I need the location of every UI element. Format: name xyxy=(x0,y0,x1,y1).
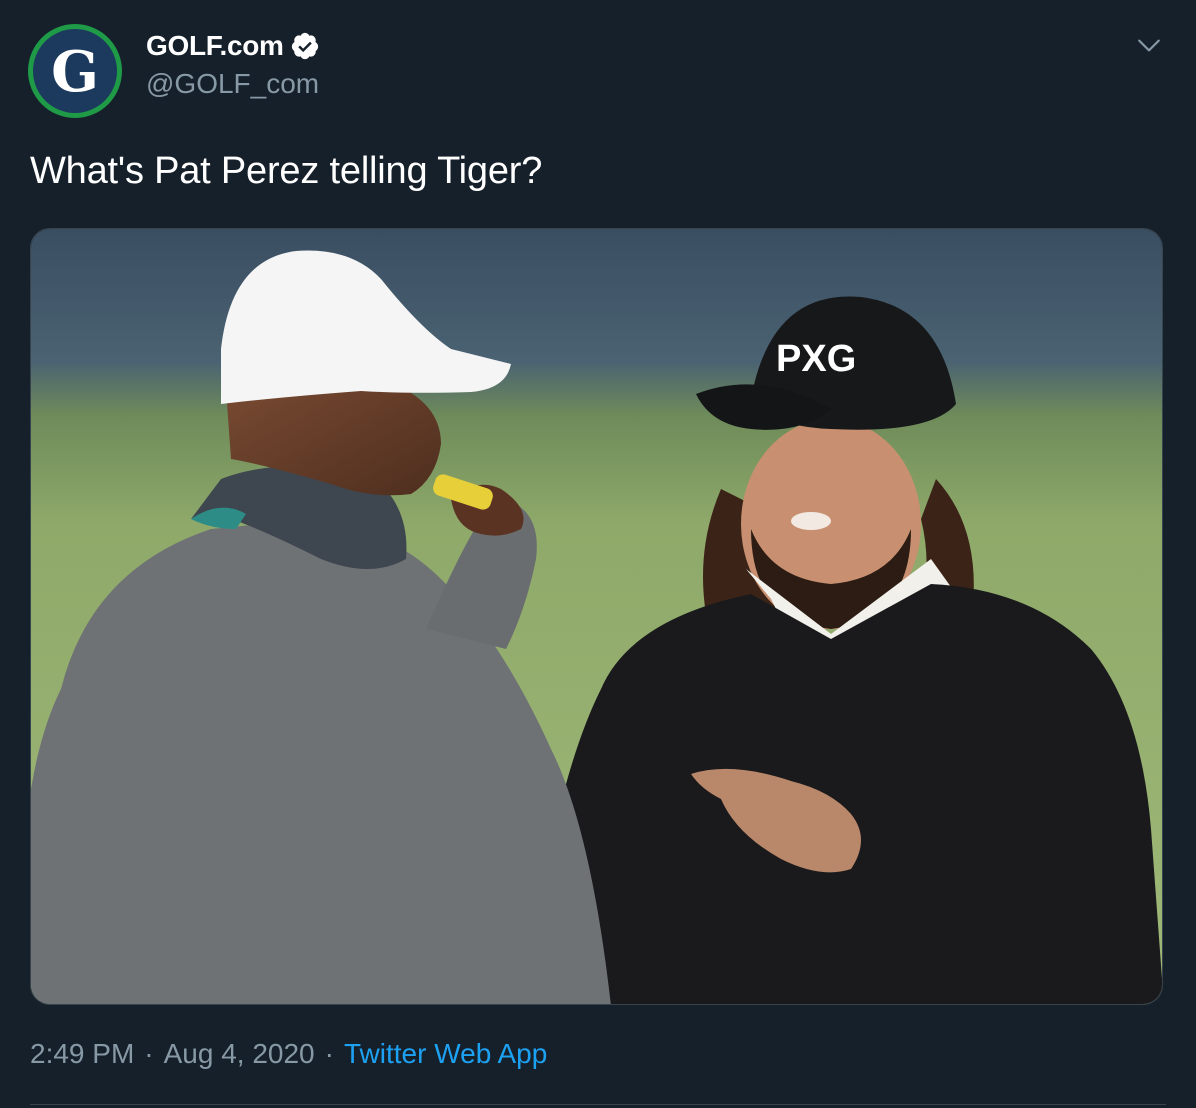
hat-logo-text: PXG xyxy=(776,338,856,380)
verified-badge-icon xyxy=(291,32,318,60)
tweet-card: G GOLF.com @GOLF_com What's Pat Perez te… xyxy=(0,0,1196,1108)
photo-illustration: PXG xyxy=(31,229,1162,1004)
display-name-row: GOLF.com xyxy=(146,28,320,64)
meta-separator: · xyxy=(144,1038,154,1069)
author-avatar[interactable]: G xyxy=(28,24,122,118)
divider xyxy=(30,1104,1166,1105)
tweet-photo[interactable]: PXG xyxy=(30,228,1163,1005)
meta-separator: · xyxy=(324,1038,334,1069)
avatar-letter: G xyxy=(51,39,99,105)
tweet-date[interactable]: Aug 4, 2020 xyxy=(164,1038,315,1070)
author-info: GOLF.com @GOLF_com xyxy=(146,28,320,100)
author-display-name[interactable]: GOLF.com xyxy=(146,30,284,62)
tweet-source-link[interactable]: Twitter Web App xyxy=(344,1038,547,1070)
tweet-meta: 2:49 PM · Aug 4, 2020 · Twitter Web App xyxy=(30,1038,547,1070)
author-handle[interactable]: @GOLF_com xyxy=(146,68,320,100)
tweet-text: What's Pat Perez telling Tiger? xyxy=(30,150,543,192)
chevron-down-icon[interactable] xyxy=(1136,32,1162,58)
tweet-time[interactable]: 2:49 PM xyxy=(30,1038,134,1070)
avatar-badge: G xyxy=(33,29,117,113)
